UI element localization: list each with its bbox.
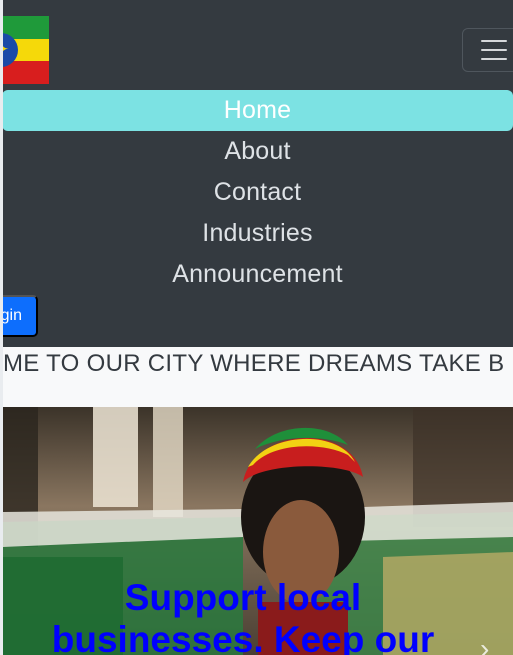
nav-item-industries[interactable]: Industries <box>2 213 513 254</box>
chevron-right-icon[interactable]: › <box>480 633 489 655</box>
hero-carousel[interactable]: Support local businesses. Keep our › <box>3 407 513 655</box>
nav-item-announcement[interactable]: Announcement <box>2 254 513 295</box>
hero-headline: Support local businesses. Keep our <box>51 577 435 655</box>
welcome-marquee: ME TO OUR CITY WHERE DREAMS TAKE B <box>0 347 513 407</box>
marquee-text: ME TO OUR CITY WHERE DREAMS TAKE B <box>3 350 505 377</box>
nav-menu: Home About Contact Industries Announceme… <box>2 90 513 295</box>
login-button[interactable]: gin <box>0 295 38 337</box>
nav-item-home[interactable]: Home <box>2 90 513 131</box>
ethiopian-flag-icon[interactable]: ✦ <box>0 16 49 84</box>
nav-item-contact[interactable]: Contact <box>2 172 513 213</box>
navbar: ✦ Home About Contact Industries Announce… <box>0 0 513 347</box>
hamburger-menu-icon[interactable] <box>462 28 513 72</box>
page-edge <box>0 0 3 655</box>
nav-item-about[interactable]: About <box>2 131 513 172</box>
